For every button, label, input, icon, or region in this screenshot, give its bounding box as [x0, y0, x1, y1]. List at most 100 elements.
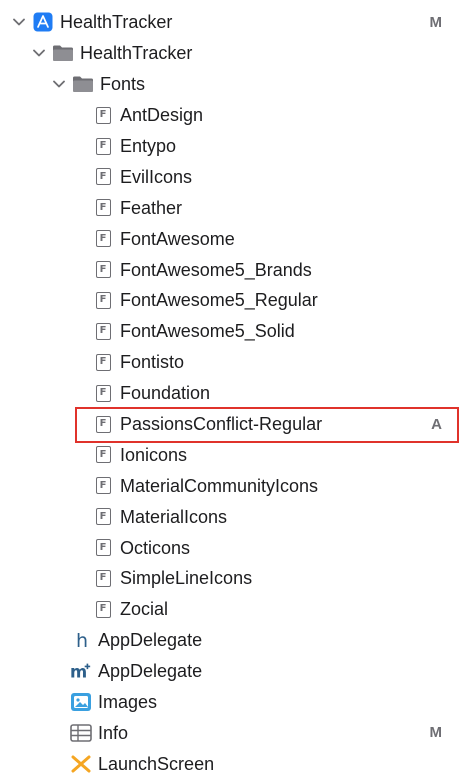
font-file-glyph: F: [95, 353, 111, 371]
folder-icon: [72, 73, 94, 95]
project-row[interactable]: HealthTracker M: [0, 7, 474, 38]
svg-text:m: m: [70, 663, 87, 682]
font-file-icon: F: [92, 475, 114, 497]
font-file-label: MaterialIcons: [120, 506, 228, 527]
project-label: HealthTracker: [60, 12, 173, 33]
font-file-glyph: F: [95, 137, 111, 155]
storyboard-icon: [70, 753, 92, 775]
font-file-label: FontAwesome5_Regular: [120, 290, 318, 311]
file-row-launchscreen[interactable]: LaunchScreen: [0, 748, 474, 775]
font-file-glyph: F: [95, 384, 111, 402]
file-label: AppDelegate: [98, 661, 203, 682]
font-file-icon: F: [92, 351, 114, 373]
font-file-row[interactable]: F FontAwesome5_Regular: [0, 285, 474, 316]
folder-icon: [52, 42, 74, 64]
font-file-row[interactable]: F Octicons: [0, 532, 474, 563]
font-file-row[interactable]: F Ionicons: [0, 439, 474, 470]
font-file-row[interactable]: F FontAwesome: [0, 223, 474, 254]
font-file-row[interactable]: F PassionsConflict-Regular A: [0, 409, 474, 440]
file-status-badge: A: [431, 415, 442, 433]
font-file-label: Foundation: [120, 383, 211, 404]
font-file-row[interactable]: F Entypo: [0, 131, 474, 162]
font-file-icon: F: [92, 567, 114, 589]
font-file-icon: F: [92, 166, 114, 188]
objc-implementation-icon: m: [70, 660, 92, 682]
font-file-icon: F: [92, 259, 114, 281]
font-file-icon: F: [92, 413, 114, 435]
file-row-appdelegate-mm[interactable]: m AppDelegate: [0, 656, 474, 687]
font-file-icon: F: [92, 444, 114, 466]
font-file-label: Entypo: [120, 136, 177, 156]
file-label: AppDelegate: [98, 630, 203, 651]
plist-icon: [70, 722, 92, 744]
font-file-label: Octicons: [120, 537, 191, 558]
font-file-row[interactable]: F FontAwesome5_Solid: [0, 316, 474, 347]
font-file-label: EvilIcons: [120, 166, 193, 187]
font-file-glyph: F: [95, 168, 111, 186]
font-file-label: MaterialCommunityIcons: [120, 475, 319, 496]
fonts-folder-row[interactable]: Fonts: [0, 69, 474, 100]
font-file-row[interactable]: F FontAwesome5_Brands: [0, 254, 474, 285]
font-file-row[interactable]: F MaterialCommunityIcons: [0, 470, 474, 501]
font-file-row[interactable]: F Fontisto: [0, 347, 474, 378]
font-file-glyph: F: [95, 415, 111, 433]
font-file-label: Fontisto: [120, 352, 185, 373]
fonts-folder-label: Fonts: [100, 74, 146, 95]
file-label: Images: [98, 692, 158, 713]
font-file-label: Zocial: [120, 599, 169, 620]
font-file-glyph: F: [95, 322, 111, 340]
font-file-glyph: F: [95, 539, 111, 557]
font-file-label: SimpleLineIcons: [120, 568, 253, 589]
header-file-icon: h: [70, 629, 92, 651]
font-file-glyph: F: [95, 106, 111, 124]
font-file-icon: F: [92, 320, 114, 342]
font-file-row[interactable]: F Zocial: [0, 594, 474, 625]
group-row[interactable]: HealthTracker: [0, 38, 474, 69]
file-row-images[interactable]: Images: [0, 687, 474, 718]
font-file-icon: F: [92, 104, 114, 126]
xcode-project-icon: [32, 11, 54, 33]
font-file-row[interactable]: F SimpleLineIcons: [0, 563, 474, 594]
asset-catalog-icon: [70, 691, 92, 713]
project-navigator: HealthTracker M HealthTracker Fonts F Ant…: [0, 7, 474, 775]
modified-badge: M: [429, 13, 443, 31]
font-file-label: FontAwesome5_Solid: [120, 321, 295, 342]
font-file-row[interactable]: F AntDesign: [0, 100, 474, 131]
font-file-glyph: F: [95, 569, 111, 587]
font-file-glyph: F: [95, 446, 111, 464]
font-file-glyph: F: [95, 477, 111, 495]
group-label: HealthTracker: [80, 43, 193, 64]
font-file-glyph: F: [95, 291, 111, 309]
font-file-icon: F: [92, 537, 114, 559]
font-file-list: F AntDesign F Entypo F EvilIcons F Feather F Font…: [0, 100, 474, 625]
font-file-label: FontAwesome5_Brands: [120, 259, 312, 280]
font-file-row[interactable]: F Foundation: [0, 378, 474, 409]
font-file-icon: F: [92, 228, 114, 250]
font-file-glyph: F: [95, 508, 111, 526]
font-file-icon: F: [92, 598, 114, 620]
modified-badge: M: [429, 724, 443, 742]
font-file-label: Ionicons: [120, 444, 188, 465]
file-row-appdelegate-h[interactable]: h AppDelegate: [0, 625, 474, 656]
font-file-row[interactable]: F EvilIcons: [0, 161, 474, 192]
font-file-glyph: F: [95, 600, 111, 618]
font-file-label: AntDesign: [120, 105, 204, 126]
file-label: LaunchScreen: [98, 753, 215, 774]
font-file-icon: F: [92, 135, 114, 157]
chevron-down-icon[interactable]: [52, 77, 66, 91]
chevron-down-icon[interactable]: [32, 46, 46, 60]
font-file-icon: F: [92, 382, 114, 404]
font-file-label: PassionsConflict-Regular: [120, 414, 323, 435]
font-file-icon: F: [92, 289, 114, 311]
font-file-row[interactable]: F Feather: [0, 192, 474, 223]
svg-text:h: h: [76, 630, 88, 650]
font-file-icon: F: [92, 197, 114, 219]
font-file-glyph: F: [95, 199, 111, 217]
font-file-label: Feather: [120, 197, 183, 218]
chevron-down-icon[interactable]: [12, 15, 26, 29]
font-file-row[interactable]: F MaterialIcons: [0, 501, 474, 532]
font-file-glyph: F: [95, 261, 111, 279]
file-row-info[interactable]: Info M: [0, 717, 474, 748]
file-label: Info: [98, 722, 129, 743]
font-file-glyph: F: [95, 230, 111, 248]
